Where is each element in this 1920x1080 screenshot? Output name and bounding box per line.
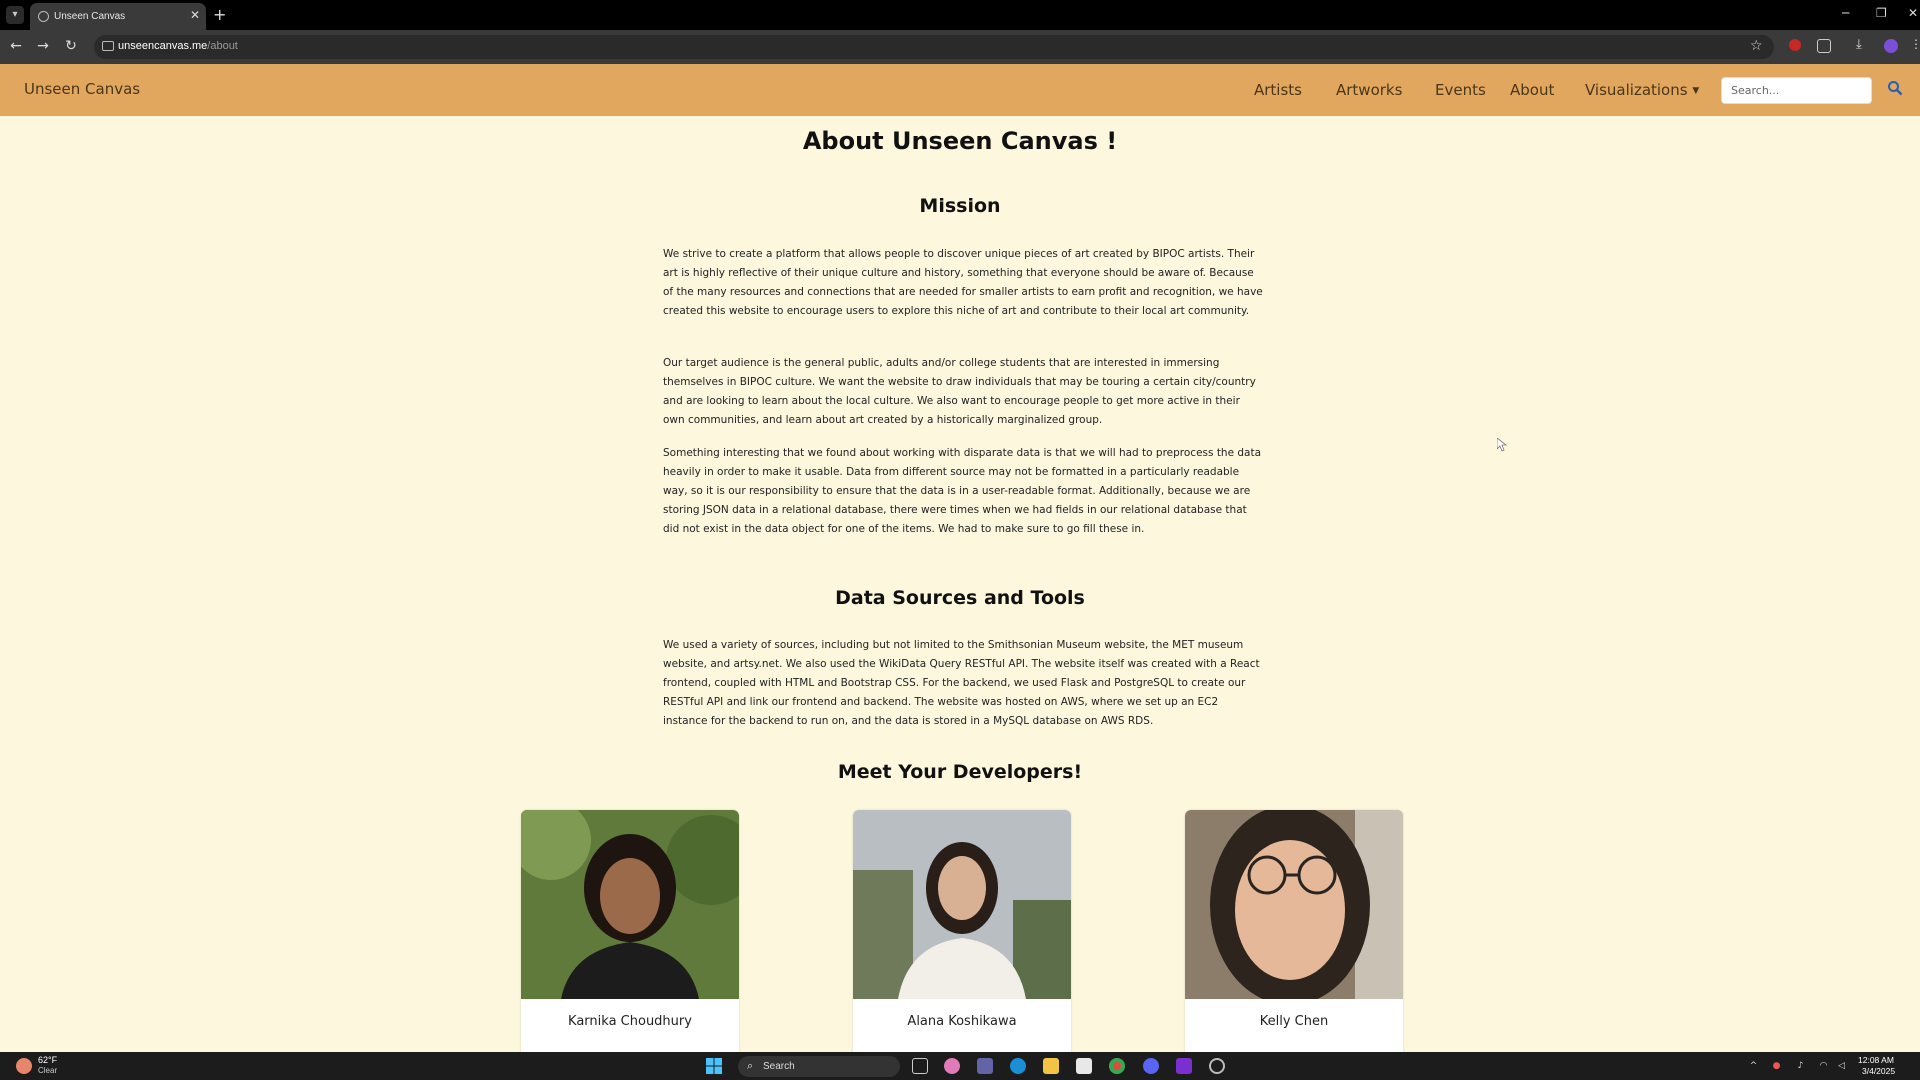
sources-paragraph: We used a variety of sources, including … [663, 639, 1260, 727]
site-navbar: Unseen Canvas Artists Artworks Events Ab… [0, 64, 1920, 116]
developers-heading: Meet Your Developers! [837, 761, 1083, 783]
nav-link-events[interactable]: Events [1435, 81, 1486, 99]
tray-app-icon[interactable]: ● [1771, 1061, 1782, 1072]
windows-start-icon[interactable] [706, 1058, 722, 1074]
chevron-up-icon[interactable]: ^ [1748, 1061, 1759, 1072]
os-taskbar: 62°F Clear ⌕ Search ^ ● ♪ ◠ ◁ 12:08 AM 3… [0, 1052, 1920, 1080]
search-icon: ⌕ [747, 1060, 754, 1072]
search-input[interactable] [1721, 77, 1872, 104]
download-icon[interactable]: ⤓ [1856, 37, 1870, 52]
edge-icon[interactable] [1010, 1058, 1026, 1074]
close-icon[interactable]: ✕ [190, 8, 200, 22]
caret-down-icon: ▼ [1692, 86, 1700, 96]
mission-paragraph-2: Our target audience is the general publi… [663, 357, 1256, 426]
developer-name: Kelly Chen [1259, 1014, 1329, 1029]
mouse-cursor-icon [1497, 438, 1507, 452]
site-info-icon[interactable] [102, 41, 114, 51]
clock-time[interactable]: 12:08 AM [1858, 1055, 1894, 1065]
discord-icon[interactable] [1143, 1058, 1159, 1074]
window-close-icon[interactable]: ✕ [1908, 6, 1918, 20]
kebab-menu-icon[interactable]: ⋮ [1910, 37, 1920, 51]
developer-photo [853, 810, 1071, 999]
task-view-icon[interactable] [912, 1058, 928, 1074]
mission-paragraph-1: We strive to create a platform that allo… [663, 248, 1263, 317]
extension-icon[interactable] [1789, 39, 1801, 51]
chrome-icon[interactable] [1109, 1058, 1125, 1074]
clock-date[interactable]: 3/4/2025 [1862, 1066, 1895, 1076]
forward-arrow-icon[interactable]: → [34, 38, 52, 54]
developer-card[interactable]: Alana Koshikawa [853, 810, 1071, 1052]
developer-photo [1185, 810, 1403, 999]
star-icon[interactable]: ☆ [1750, 38, 1763, 54]
minimize-icon[interactable]: ─ [1842, 6, 1849, 20]
about-page-content: About Unseen Canvas ! Mission We strive … [0, 116, 1920, 1052]
microphone-icon[interactable]: ♪ [1795, 1061, 1806, 1072]
browser-tab-strip: ▾ Unseen Canvas ✕ + ─ ❐ ✕ [0, 0, 1920, 30]
developer-photo [521, 810, 739, 999]
search-icon[interactable] [1887, 80, 1903, 96]
nav-link-artworks[interactable]: Artworks [1336, 81, 1402, 99]
restore-icon[interactable]: ❐ [1876, 6, 1887, 20]
nav-dropdown-label: Visualizations [1585, 81, 1688, 99]
wifi-icon[interactable]: ◠ [1818, 1061, 1829, 1072]
developer-name: Alana Koshikawa [907, 1014, 1017, 1029]
profile-icon[interactable] [1884, 39, 1898, 53]
nav-link-about[interactable]: About [1510, 81, 1554, 99]
weather-icon[interactable] [16, 1058, 32, 1074]
developer-card[interactable]: Kelly Chen [1185, 810, 1403, 1052]
nav-link-artists[interactable]: Artists [1254, 81, 1302, 99]
weather-temperature: 62°F [38, 1055, 58, 1065]
sources-heading: Data Sources and Tools [835, 587, 1085, 609]
settings-gear-icon[interactable] [1209, 1058, 1225, 1074]
mission-heading: Mission [919, 195, 1001, 217]
new-tab-button[interactable]: + [213, 5, 226, 24]
weather-condition: Clear [38, 1066, 58, 1075]
taskbar-search[interactable]: ⌕ Search [738, 1056, 900, 1077]
page-title: About Unseen Canvas ! [802, 127, 1118, 155]
reload-icon[interactable]: ↻ [62, 38, 80, 54]
file-explorer-icon[interactable] [1043, 1058, 1059, 1074]
store-icon[interactable] [1076, 1058, 1092, 1074]
address-bar[interactable]: unseencanvas.me/about [94, 35, 1774, 59]
developer-card[interactable]: Karnika Choudhury [521, 810, 739, 1052]
browser-toolbar: ← → ↻ unseencanvas.me/about ☆ ⤓ ⋮ [0, 30, 1920, 64]
volume-icon[interactable]: ◁ [1836, 1061, 1847, 1072]
taskbar-search-label: Search [763, 1061, 795, 1072]
developer-name: Karnika Choudhury [568, 1014, 692, 1029]
back-arrow-icon[interactable]: ← [7, 38, 25, 54]
globe-icon [38, 11, 49, 22]
notion-icon[interactable] [1176, 1058, 1192, 1074]
mission-paragraph-3: Something interesting that we found abou… [663, 447, 1262, 535]
nav-dropdown-visualizations[interactable]: Visualizations ▼ [1585, 81, 1699, 99]
tab-title: Unseen Canvas [54, 11, 126, 22]
teams-icon[interactable] [977, 1058, 993, 1074]
brand-link[interactable]: Unseen Canvas [24, 80, 140, 98]
url-text[interactable]: unseencanvas.me/about [118, 40, 238, 52]
copilot-icon[interactable] [944, 1058, 960, 1074]
tab-search-icon[interactable]: ▾ [6, 6, 24, 24]
browser-tab[interactable]: Unseen Canvas ✕ [30, 3, 206, 30]
puzzle-icon[interactable] [1817, 39, 1831, 53]
